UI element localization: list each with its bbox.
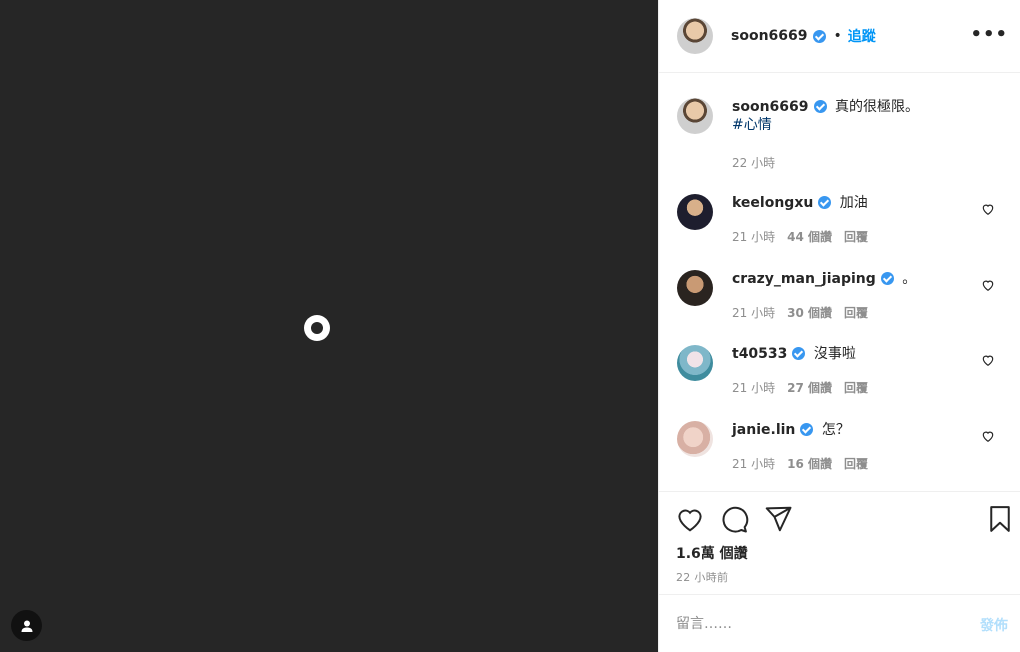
verified-badge-icon	[813, 100, 827, 113]
author-username[interactable]: soon6669	[731, 28, 808, 44]
post-time[interactable]: 22 小時前	[676, 569, 728, 585]
avatar[interactable]	[677, 270, 713, 306]
comment-likes[interactable]: 16 個讚	[787, 457, 832, 471]
comments-list[interactable]: soon6669 真的很極限。 #心情 22 小時 keelongxu 加油 2…	[659, 74, 1020, 490]
comment-text: 。	[902, 271, 917, 287]
post-header: soon6669 • 追蹤 •••	[659, 0, 1020, 73]
like-comment-heart-icon[interactable]	[981, 429, 995, 443]
comment-meta: 21 小時 44 個讚 回覆	[732, 228, 880, 245]
caption-time[interactable]: 22 小時	[732, 156, 775, 170]
caption-meta: 22 小時	[732, 154, 787, 171]
separator: •	[833, 28, 842, 44]
likes-count[interactable]: 1.6萬 個讚	[676, 543, 748, 563]
hashtag-link[interactable]: #心情	[732, 116, 982, 134]
comment-time[interactable]: 21 小時	[732, 306, 775, 320]
post-comment-button[interactable]: 發佈	[980, 615, 1008, 635]
comment-username[interactable]: janie.lin	[732, 422, 795, 438]
like-comment-heart-icon[interactable]	[981, 278, 995, 292]
post-actions: 1.6萬 個讚 22 小時前	[659, 491, 1020, 594]
reply-button[interactable]: 回覆	[844, 381, 868, 395]
more-options-icon[interactable]: •••	[970, 24, 1008, 45]
avatar[interactable]	[677, 194, 713, 230]
reply-button[interactable]: 回覆	[844, 306, 868, 320]
avatar[interactable]	[677, 98, 713, 134]
like-comment-heart-icon[interactable]	[981, 202, 995, 216]
comment-username[interactable]: crazy_man_jiaping	[732, 271, 876, 287]
loading-spinner-icon	[304, 315, 330, 341]
comment-text: 加油	[839, 195, 868, 211]
comment-likes[interactable]: 44 個讚	[787, 230, 832, 244]
verified-badge-icon	[792, 347, 806, 360]
verified-badge-icon	[812, 29, 826, 43]
verified-badge-icon	[818, 196, 832, 209]
comment-text: 怎？	[821, 422, 850, 438]
verified-badge-icon	[800, 423, 814, 436]
caption-username[interactable]: soon6669	[732, 99, 809, 115]
comment-username[interactable]: t40533	[732, 346, 787, 362]
caption-text: 真的很極限。	[834, 99, 919, 115]
comment-time[interactable]: 21 小時	[732, 381, 775, 395]
comment-meta: 21 小時 16 個讚 回覆	[732, 455, 880, 472]
video-player[interactable]	[0, 0, 658, 652]
comment-username[interactable]: keelongxu	[732, 195, 813, 211]
reply-button[interactable]: 回覆	[844, 457, 868, 471]
avatar[interactable]	[677, 18, 713, 54]
save-bookmark-icon[interactable]	[985, 504, 1015, 534]
user-tag-button[interactable]	[11, 610, 42, 641]
person-icon	[21, 620, 32, 632]
post-modal: soon6669 • 追蹤 ••• soon6669 真的很極限。 #心情 22…	[0, 0, 1020, 652]
comment-likes[interactable]: 30 個讚	[787, 306, 832, 320]
reply-button[interactable]: 回覆	[844, 230, 868, 244]
share-send-icon[interactable]	[763, 504, 793, 534]
like-heart-icon[interactable]	[675, 504, 705, 534]
comment-meta: 21 小時 27 個讚 回覆	[732, 379, 880, 396]
add-comment-bar: 發佈	[659, 594, 1020, 652]
follow-button[interactable]: 追蹤	[848, 26, 876, 46]
avatar[interactable]	[677, 421, 713, 457]
comment-time[interactable]: 21 小時	[732, 230, 775, 244]
comment-text: 沒事啦	[813, 346, 856, 362]
avatar[interactable]	[677, 345, 713, 381]
comment-meta: 21 小時 30 個讚 回覆	[732, 304, 880, 321]
comment-time[interactable]: 21 小時	[732, 457, 775, 471]
comment-bubble-icon[interactable]	[719, 504, 749, 534]
post-sidebar: soon6669 • 追蹤 ••• soon6669 真的很極限。 #心情 22…	[658, 0, 1020, 652]
like-comment-heart-icon[interactable]	[981, 353, 995, 367]
comment-likes[interactable]: 27 個讚	[787, 381, 832, 395]
verified-badge-icon	[880, 272, 894, 285]
comment-input[interactable]	[676, 613, 956, 635]
